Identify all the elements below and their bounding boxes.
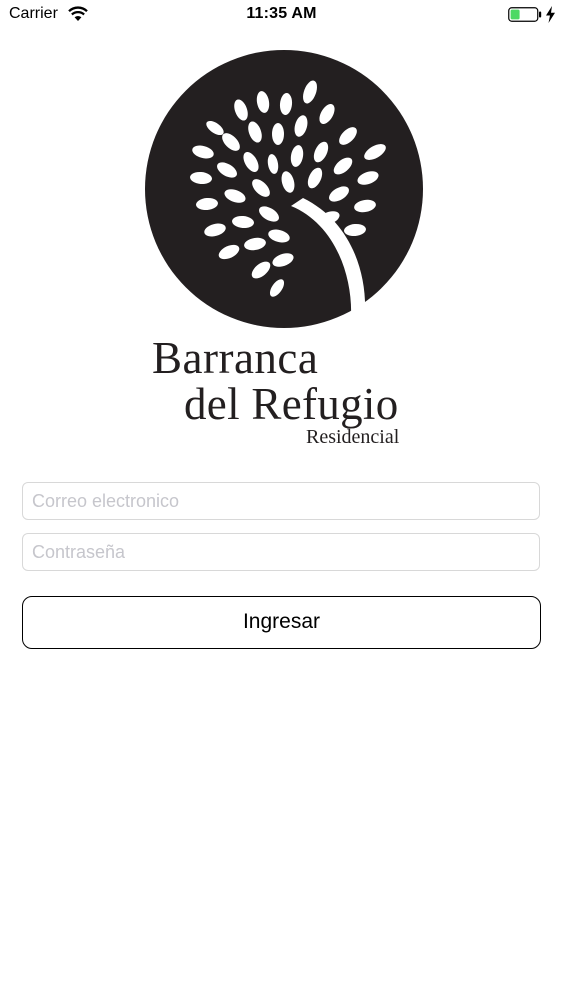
status-time: 11:35 AM [246,5,317,22]
logo: Barranca del Refugio Residencial [140,48,430,458]
email-field[interactable] [22,482,540,520]
password-field[interactable] [22,533,540,571]
logo-title-line1: Barranca [152,333,319,383]
logo-subtitle: Residencial [306,426,400,448]
status-bar: Carrier 11:35 AM [0,0,563,30]
logo-title-line2: del Refugio [184,379,399,429]
battery-icon [508,7,542,22]
login-button[interactable]: Ingresar [22,596,541,649]
charging-bolt-icon [546,6,555,23]
tree-logo-icon [145,50,423,328]
